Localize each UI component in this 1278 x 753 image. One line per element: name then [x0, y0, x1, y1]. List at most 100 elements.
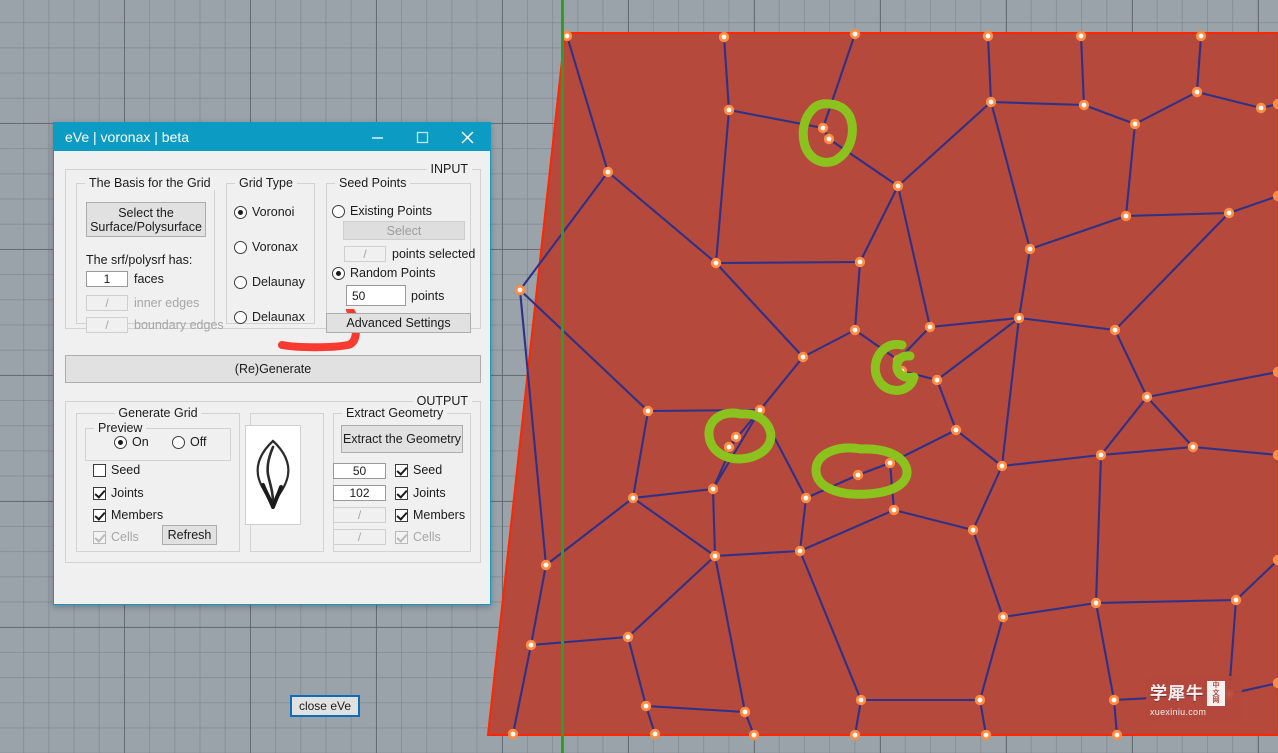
points-selected-value: /: [363, 247, 367, 261]
regenerate-label: (Re)Generate: [234, 362, 312, 376]
close-eve-button[interactable]: close eVe: [290, 695, 360, 717]
preview-on-radio[interactable]: On: [114, 435, 149, 449]
leaf-icon: [256, 439, 290, 509]
extract-joints-count: 102: [333, 485, 386, 501]
radio-icon: [332, 204, 345, 218]
eve-voronax-dialog[interactable]: eVe | voronax | beta INPUT The Basis for…: [53, 122, 491, 717]
preview-on-label: On: [132, 435, 149, 449]
refresh-button[interactable]: Refresh: [162, 525, 217, 545]
select-surface-button[interactable]: Select the Surface/Polysurface: [86, 202, 206, 237]
grid-type-option-voronoi[interactable]: Voronoi: [234, 205, 294, 219]
boundary-edges-field: /: [86, 317, 128, 333]
checkbox-icon: [93, 486, 106, 500]
preview-seed-label: Seed: [111, 463, 141, 477]
grid-type-option-delaunax[interactable]: Delaunax: [234, 310, 305, 324]
random-points-value: 50: [352, 288, 366, 303]
faces-label: faces: [134, 272, 164, 286]
extract-cells-label: Cells: [413, 530, 441, 544]
watermark-badge: 中 文 网: [1207, 681, 1225, 706]
random-points-input[interactable]: 50: [346, 285, 406, 306]
preview-cells-checkbox: Cells: [93, 530, 139, 544]
grid-type-option-voronax-label: Voronax: [252, 240, 298, 254]
checkbox-icon: [93, 463, 106, 477]
dialog-titlebar[interactable]: eVe | voronax | beta: [54, 123, 490, 151]
srf-has-label: The srf/polysrf has:: [86, 253, 193, 267]
extract-geometry-label: Extract the Geometry: [342, 432, 462, 446]
inner-edges-field: /: [86, 295, 128, 311]
close-icon[interactable]: [445, 123, 490, 151]
select-surface-line1: Select the: [118, 205, 174, 220]
extract-members-count-value: /: [357, 508, 362, 522]
seed-existing-points-radio[interactable]: Existing Points: [332, 204, 432, 218]
generate-grid-group-label: Generate Grid: [114, 406, 202, 420]
radio-icon: [234, 275, 247, 289]
checkbox-icon: [395, 530, 408, 544]
y-axis-line: [561, 0, 564, 753]
checkbox-icon: [93, 530, 106, 544]
checkbox-icon: [93, 508, 106, 522]
preview-group-label: Preview: [94, 421, 147, 435]
extract-seed-count: 50: [333, 463, 386, 479]
radio-icon: [332, 266, 345, 280]
preview-cells-label: Cells: [111, 530, 139, 544]
inner-edges-label: inner edges: [134, 296, 200, 310]
minimize-button[interactable]: [355, 123, 400, 151]
preview-off-label: Off: [190, 435, 207, 449]
faces-value: 1: [103, 272, 111, 286]
extract-geometry-button[interactable]: Extract the Geometry: [341, 425, 463, 453]
input-section-label: INPUT: [426, 162, 472, 176]
extract-joints-checkbox[interactable]: Joints: [395, 486, 446, 500]
seed-select-label: Select: [386, 223, 422, 238]
faces-field[interactable]: 1: [86, 271, 128, 287]
dialog-title: eVe | voronax | beta: [65, 129, 190, 145]
preview-group: Preview: [85, 421, 231, 461]
select-surface-line2: Surface/Polysurface: [90, 219, 202, 234]
points-selected-field: /: [344, 246, 386, 262]
basis-group-label: The Basis for the Grid: [85, 176, 215, 190]
extract-cells-checkbox: Cells: [395, 530, 441, 544]
grid-type-option-voronax[interactable]: Voronax: [234, 240, 298, 254]
close-eve-label: close eVe: [298, 699, 352, 713]
extract-seed-label: Seed: [413, 463, 443, 477]
extract-joints-count-value: 102: [349, 486, 370, 500]
extract-joints-label: Joints: [413, 486, 446, 500]
seed-points-group-label: Seed Points: [335, 176, 411, 190]
site-watermark: 学犀牛 中 文 网 xuexiniu.com: [1146, 676, 1242, 722]
radio-icon: [114, 435, 127, 449]
checkbox-icon: [395, 508, 408, 522]
extract-seed-checkbox[interactable]: Seed: [395, 463, 442, 477]
radio-icon: [234, 205, 247, 219]
maximize-button[interactable]: [400, 123, 445, 151]
regenerate-button[interactable]: (Re)Generate: [65, 355, 481, 383]
seed-random-points-radio[interactable]: Random Points: [332, 266, 435, 280]
watermark-url: xuexiniu.com: [1150, 706, 1207, 717]
grid-type-group-label: Grid Type: [235, 176, 297, 190]
watermark-chinese-text: 学犀牛: [1150, 683, 1204, 704]
preview-seed-checkbox[interactable]: Seed: [93, 463, 140, 477]
extract-members-count: /: [333, 507, 386, 523]
extract-members-label: Members: [413, 508, 466, 522]
checkbox-icon: [395, 463, 408, 477]
radio-icon: [172, 435, 185, 449]
seed-existing-points-label: Existing Points: [350, 204, 432, 218]
radio-icon: [234, 240, 247, 254]
extract-cells-count: /: [333, 529, 386, 545]
checkbox-icon: [395, 486, 408, 500]
extract-members-checkbox[interactable]: Members: [395, 508, 465, 522]
advanced-settings-button[interactable]: Advanced Settings: [326, 313, 471, 333]
grid-type-option-voronoi-label: Voronoi: [252, 205, 295, 219]
advanced-settings-label: Advanced Settings: [346, 316, 451, 330]
points-selected-label: points selected: [392, 247, 476, 261]
refresh-label: Refresh: [167, 528, 212, 542]
grid-type-option-delaunay[interactable]: Delaunay: [234, 275, 305, 289]
preview-members-checkbox[interactable]: Members: [93, 508, 163, 522]
preview-off-radio[interactable]: Off: [172, 435, 206, 449]
seed-select-button: Select: [343, 221, 465, 240]
preview-joints-checkbox[interactable]: Joints: [93, 486, 144, 500]
boundary-edges-label: boundary edges: [134, 318, 224, 332]
inner-edges-value: /: [105, 296, 109, 310]
radio-icon: [234, 310, 247, 324]
preview-members-label: Members: [111, 508, 164, 522]
extract-cells-count-value: /: [357, 530, 362, 544]
boundary-edges-value: /: [105, 318, 109, 332]
